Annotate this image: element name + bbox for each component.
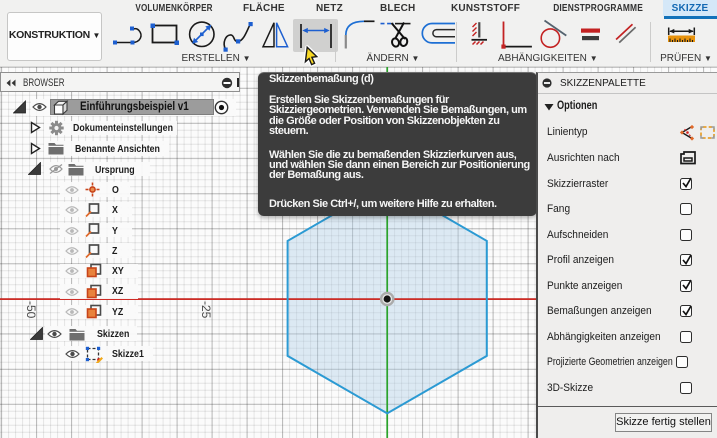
svg-text:-50: -50 (24, 301, 38, 319)
svg-text:-25: -25 (199, 301, 213, 319)
